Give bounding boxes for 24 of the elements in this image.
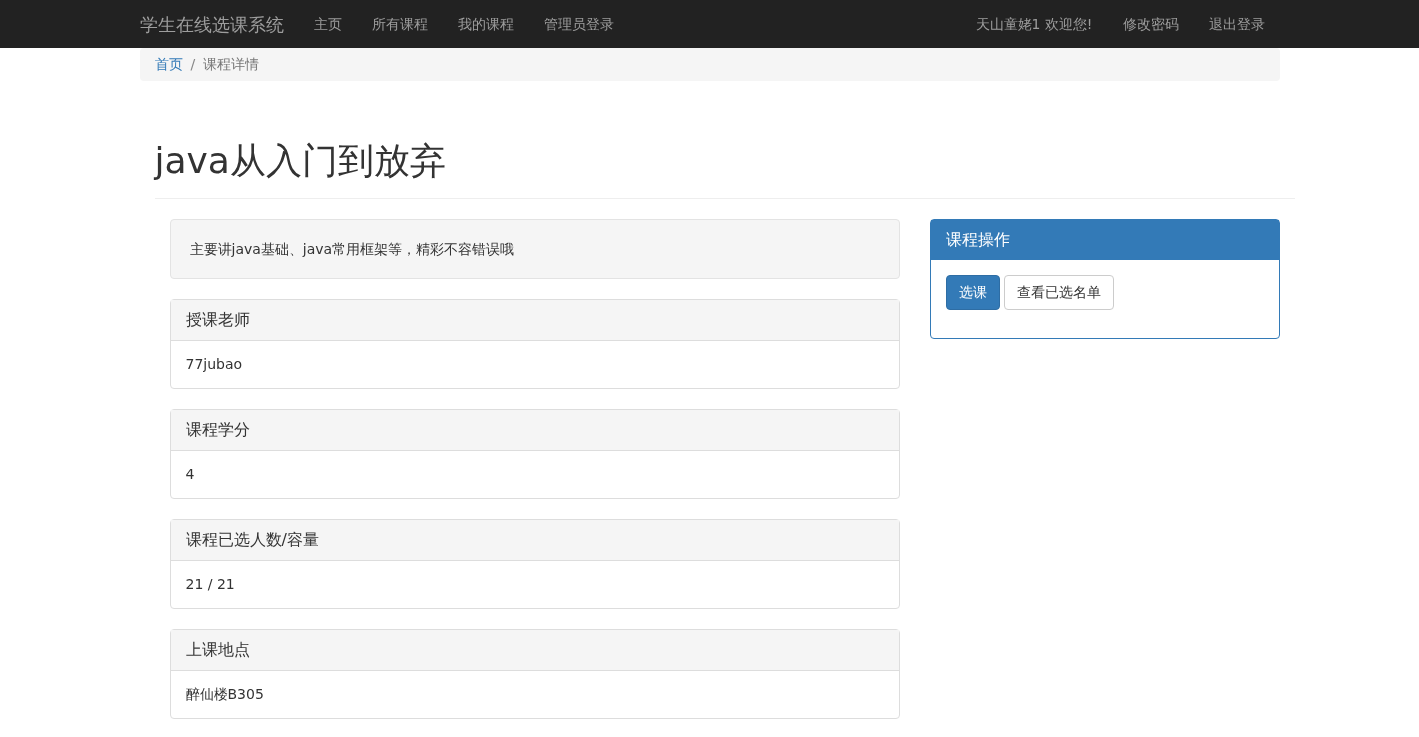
course-description: 主要讲java基础、java常用框架等，精彩不容错误哦 — [169, 219, 900, 280]
view-list-button[interactable]: 查看已选名单 — [1003, 275, 1114, 311]
panel-value: 4 — [184, 465, 196, 485]
breadcrumb-link[interactable]: 首页 — [154, 54, 183, 75]
nav-link[interactable]: 修改密码 — [1107, 13, 1194, 35]
nav-link[interactable]: 我的课程 — [442, 13, 529, 35]
panel-value: 醉仙楼B305 — [184, 685, 265, 705]
panel-heading: 授课老师 — [170, 300, 899, 342]
nav-link[interactable]: 天山童姥1 欢迎您! — [960, 13, 1108, 35]
select-course-button[interactable]: 选课 — [945, 275, 1000, 311]
panel-value: 77jubao — [184, 355, 244, 375]
nav-link[interactable]: 退出登录 — [1193, 13, 1280, 35]
separator: / — [189, 55, 197, 74]
breadcrumb-current: 课程详情 — [203, 55, 260, 74]
panel-heading: 课程学分 — [170, 410, 899, 452]
brand-link[interactable]: 学生在线选课系统 — [139, 10, 299, 38]
nav-link[interactable]: 所有课程 — [356, 13, 443, 35]
panel-heading: 课程已选人数/容量 — [170, 520, 899, 562]
panel-heading: 上课地点 — [170, 630, 899, 672]
panel-value: 21 / 21 — [184, 575, 236, 595]
panel-heading: 课程操作 — [930, 220, 1279, 261]
page-title: java从入门到放弃 — [154, 139, 1295, 200]
nav-link[interactable]: 主页 — [298, 13, 357, 35]
nav-link[interactable]: 管理员登录 — [528, 13, 629, 35]
